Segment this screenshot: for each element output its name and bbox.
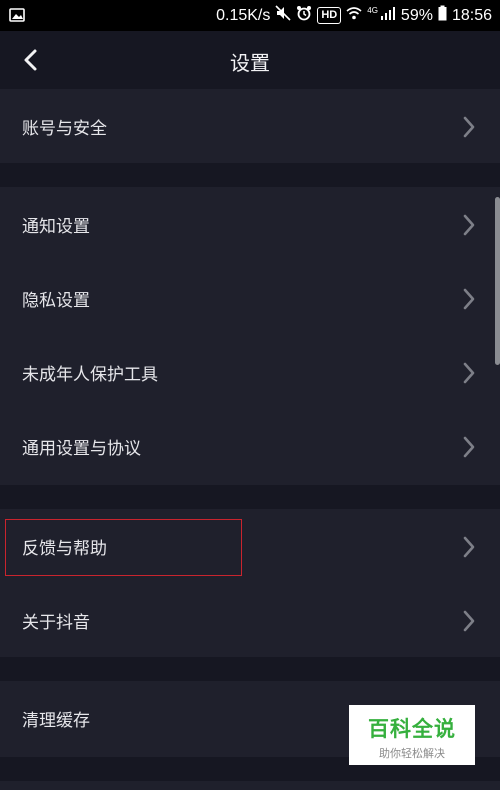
battery-icon bbox=[438, 5, 447, 26]
minor-protection-row[interactable]: 未成年人保护工具 bbox=[0, 335, 500, 409]
status-bar: 0.15K/s HD 4G 59% 18:56 bbox=[0, 0, 500, 31]
clock: 18:56 bbox=[451, 6, 492, 24]
settings-group-general: 通知设置 隐私设置 未成年人保护工具 通用设置与协议 bbox=[0, 187, 500, 485]
row-label: 未成年人保护工具 bbox=[22, 364, 158, 385]
battery-percent: 59% bbox=[400, 6, 433, 24]
network-type: 4G bbox=[367, 6, 378, 15]
row-label: 账号与安全 bbox=[22, 118, 107, 139]
watermark-subtitle: 助你轻松解决 bbox=[379, 747, 445, 760]
row-label: 隐私设置 bbox=[22, 290, 90, 311]
watermark-title: 百科全说 bbox=[368, 718, 456, 741]
chevron-right-icon bbox=[463, 288, 475, 310]
general-settings-row[interactable]: 通用设置与协议 bbox=[0, 409, 500, 483]
account-security-row[interactable]: 账号与安全 bbox=[0, 89, 500, 163]
row-label: 通知设置 bbox=[22, 216, 90, 237]
scrollbar[interactable] bbox=[495, 197, 500, 365]
row-label: 通用设置与协议 bbox=[22, 438, 141, 459]
highlight-box bbox=[5, 519, 242, 576]
image-icon bbox=[9, 7, 25, 28]
network-speed: 0.15K/s bbox=[216, 6, 271, 24]
chevron-right-icon bbox=[463, 610, 475, 632]
privacy-settings-row[interactable]: 隐私设置 bbox=[0, 261, 500, 335]
mute-icon bbox=[275, 5, 291, 26]
alarm-icon bbox=[296, 5, 312, 26]
status-indicators: 0.15K/s HD 4G 59% 18:56 bbox=[216, 0, 492, 31]
chevron-right-icon bbox=[463, 214, 475, 236]
watermark-logo: 百科全说 助你轻松解决 bbox=[349, 705, 475, 765]
wifi-icon bbox=[346, 5, 362, 26]
notification-settings-row[interactable]: 通知设置 bbox=[0, 187, 500, 261]
settings-group-account: 账号与安全 bbox=[0, 89, 500, 163]
signal-icon bbox=[380, 5, 396, 26]
about-row[interactable]: 关于抖音 bbox=[0, 583, 500, 657]
row-label: 关于抖音 bbox=[22, 612, 90, 633]
nav-header: 设置 bbox=[0, 31, 500, 89]
chevron-right-icon bbox=[463, 536, 475, 558]
chevron-right-icon bbox=[463, 436, 475, 458]
page-title: 设置 bbox=[230, 51, 270, 75]
hd-badge: HD bbox=[317, 7, 342, 24]
chevron-right-icon bbox=[463, 116, 475, 138]
settings-group-partial bbox=[0, 781, 500, 790]
chevron-right-icon bbox=[463, 362, 475, 384]
row-label: 清理缓存 bbox=[22, 710, 90, 731]
